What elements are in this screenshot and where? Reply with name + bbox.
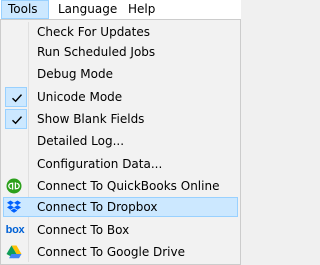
menu-item-connect-box[interactable]: box Connect To Box — [3, 220, 238, 240]
menu-item-label: Unicode Mode — [37, 90, 123, 104]
menu-bar: Tools Language Help — [0, 0, 241, 20]
google-drive-icon — [5, 243, 23, 261]
menu-item-label: Check For Updates — [37, 25, 151, 39]
menu-item-connect-quickbooks[interactable]: Connect To QuickBooks Online — [3, 176, 238, 196]
dropbox-icon — [5, 198, 23, 216]
menu-item-unicode-mode[interactable]: Unicode Mode — [3, 87, 238, 107]
menu-item-label: Connect To Box — [37, 223, 130, 237]
menu-item-debug-mode[interactable]: Debug Mode — [3, 64, 238, 84]
tools-dropdown-menu: Check For Updates Run Scheduled Jobs Deb… — [0, 19, 241, 265]
menu-item-label: Show Blank Fields — [37, 112, 145, 126]
menu-item-label: Detailed Log... — [37, 134, 125, 148]
menu-item-check-for-updates[interactable]: Check For Updates — [3, 22, 238, 42]
menu-item-label: Debug Mode — [37, 67, 113, 81]
box-icon: box — [5, 221, 25, 239]
menu-item-label: Connect To Google Drive — [37, 245, 186, 259]
checkmark-icon — [12, 116, 23, 125]
menu-item-connect-google-drive[interactable]: Connect To Google Drive — [3, 242, 238, 262]
menu-item-label: Connect To Dropbox — [37, 200, 158, 214]
menu-item-detailed-log[interactable]: Detailed Log... — [3, 131, 238, 151]
menu-item-label: Run Scheduled Jobs — [37, 45, 156, 59]
checkmark-box — [5, 109, 27, 129]
menu-item-connect-dropbox[interactable]: Connect To Dropbox — [3, 197, 238, 217]
menu-item-label: Configuration Data... — [37, 157, 163, 171]
box-logo-text: box — [5, 224, 25, 236]
menu-tools[interactable]: Tools — [1, 0, 49, 19]
menu-item-label: Connect To QuickBooks Online — [37, 179, 220, 193]
menu-language[interactable]: Language — [52, 0, 117, 19]
quickbooks-icon — [5, 177, 23, 195]
menu-item-show-blank-fields[interactable]: Show Blank Fields — [3, 109, 238, 129]
checkmark-icon — [12, 94, 23, 103]
menu-item-run-scheduled-jobs[interactable]: Run Scheduled Jobs — [3, 42, 238, 62]
menu-help[interactable]: Help — [122, 0, 162, 19]
menu-item-configuration-data[interactable]: Configuration Data... — [3, 154, 238, 174]
checkmark-box — [5, 87, 27, 107]
